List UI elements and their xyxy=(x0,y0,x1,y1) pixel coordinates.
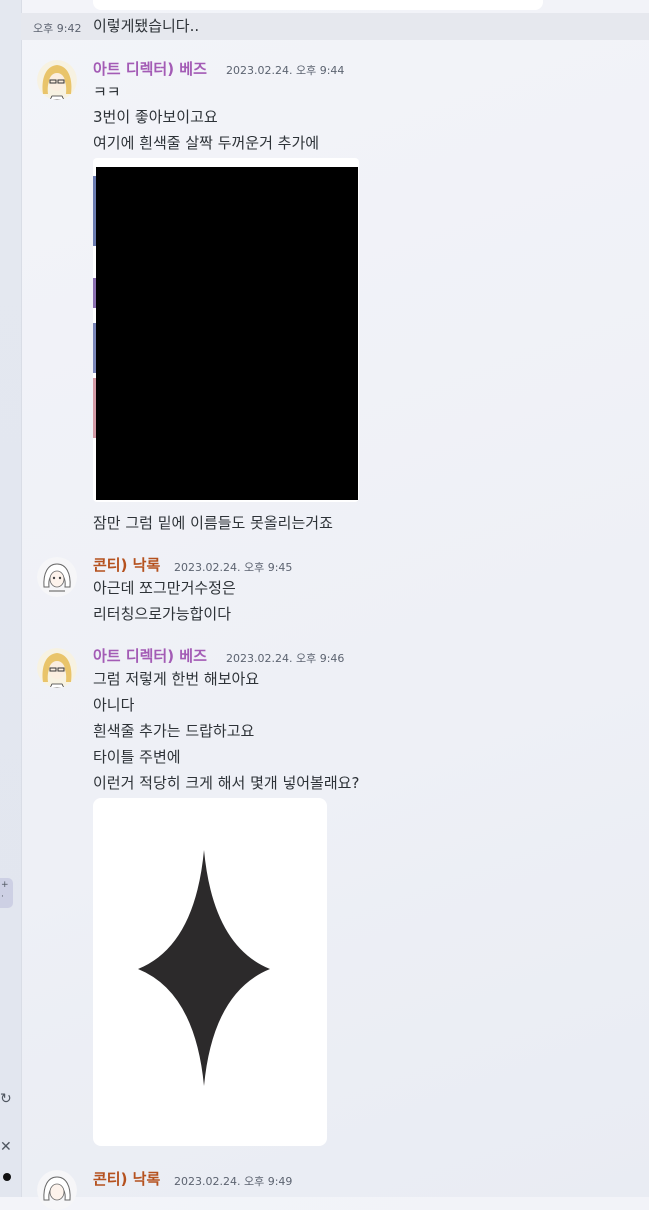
avatar-conti[interactable] xyxy=(37,557,77,597)
add-button[interactable]: + · xyxy=(0,878,13,908)
message-line: 3번이 좋아보이고요 xyxy=(93,108,218,126)
avatar-conti[interactable] xyxy=(37,1170,77,1210)
avatar-art-director[interactable] xyxy=(37,60,77,100)
avatar-art-director[interactable] xyxy=(37,648,77,688)
message-timestamp: 2023.02.24. 오후 9:46 xyxy=(226,652,345,665)
message-time: 오후 9:42 xyxy=(33,22,82,35)
message-line: ㅋㅋ xyxy=(93,83,121,101)
plus-icon: + xyxy=(1,880,9,890)
image-attachment[interactable] xyxy=(93,798,327,1146)
author-name[interactable]: 콘티) 낙록 xyxy=(93,556,160,574)
avatar-image xyxy=(37,648,77,688)
image-attachment[interactable] xyxy=(93,158,359,502)
author-name[interactable]: 아트 디렉터) 베즈 xyxy=(93,60,207,78)
author-name[interactable]: 아트 디렉터) 베즈 xyxy=(93,647,207,665)
previous-embed-card xyxy=(93,0,543,10)
message-line: 흰색줄 추가는 드랍하고요 xyxy=(93,722,255,740)
message-line: 잠만 그럼 밑에 이름들도 못올리는거죠 xyxy=(93,514,333,532)
status-dot xyxy=(3,1173,11,1181)
message-line: 이런거 적당히 크게 해서 몇개 넣어볼래요? xyxy=(93,774,360,792)
author-name[interactable]: 콘티) 낙록 xyxy=(93,1170,160,1188)
message-line: 아니다 xyxy=(93,696,135,714)
redacted-image xyxy=(96,167,358,500)
avatar-image xyxy=(37,1170,77,1210)
refresh-icon[interactable]: ↻ xyxy=(0,1092,12,1106)
close-icon[interactable]: ✕ xyxy=(0,1140,12,1154)
message-timestamp: 2023.02.24. 오후 9:49 xyxy=(174,1175,293,1188)
message-line: 그럼 저렇게 한번 해보아요 xyxy=(93,670,260,688)
message-line: 리터칭으로가능합이다 xyxy=(93,605,232,623)
avatar-image xyxy=(37,60,77,100)
message-line: 여기에 흰색줄 살짝 두꺼운거 추가에 xyxy=(93,134,320,152)
message-timestamp: 2023.02.24. 오후 9:44 xyxy=(226,64,345,77)
left-sidebar-strip xyxy=(0,0,22,1197)
message-line: 타이틀 주변에 xyxy=(93,748,181,766)
avatar-image xyxy=(37,557,77,597)
sparkle-star-image xyxy=(138,850,270,1086)
message-text: 이렇게됐습니다.. xyxy=(93,17,200,35)
message-line: 아근데 쪼그만거수정은 xyxy=(93,579,236,597)
message-timestamp: 2023.02.24. 오후 9:45 xyxy=(174,561,293,574)
